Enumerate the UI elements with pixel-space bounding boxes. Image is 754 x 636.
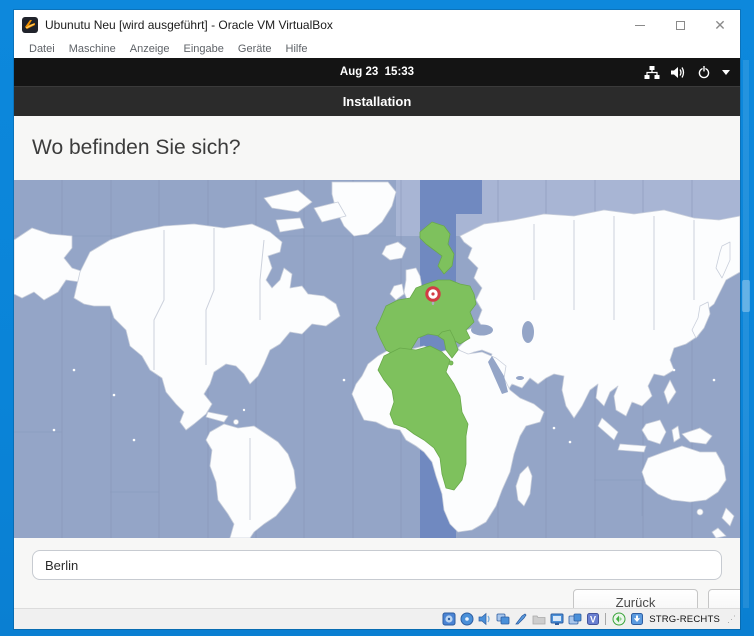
titlebar[interactable]: Ubunutu Neu [wird ausgeführt] - Oracle V… (14, 10, 740, 40)
window-title: Ubunutu Neu [wird ausgeführt] - Oracle V… (45, 18, 620, 32)
page-title: Wo befinden Sie sich? (14, 116, 740, 180)
hard-disk-icon[interactable] (441, 612, 456, 627)
minimize-icon (635, 25, 645, 26)
timezone-input[interactable] (32, 550, 722, 580)
installer-titlebar: Installation (14, 86, 740, 116)
clock[interactable]: Aug 23 15:33 (340, 66, 414, 78)
menu-geraete[interactable]: Geräte (231, 43, 279, 55)
recording-icon[interactable] (567, 612, 582, 627)
virtualbox-logo-icon (22, 17, 38, 33)
back-button[interactable]: Zurück (573, 589, 698, 608)
audio-icon[interactable] (477, 612, 492, 627)
vm-display: Aug 23 15:33 (14, 58, 740, 608)
svg-text:V: V (590, 615, 596, 625)
volume-icon (671, 66, 686, 79)
menu-anzeige[interactable]: Anzeige (123, 43, 177, 55)
installer-title: Installation (343, 94, 412, 109)
menu-maschine[interactable]: Maschine (62, 43, 123, 55)
minimize-button[interactable] (620, 10, 660, 40)
next-button[interactable] (708, 589, 740, 608)
statusbar-separator (605, 613, 606, 625)
desktop-background-highlight (743, 60, 749, 608)
vm-statusbar: V STRG-RECHTS ⋰ (14, 608, 740, 629)
resize-grip[interactable]: ⋰ (727, 614, 736, 625)
system-tray[interactable] (644, 58, 730, 86)
caret-down-icon (722, 70, 730, 75)
host-key-label: STRG-RECHTS (649, 614, 720, 625)
menu-hilfe[interactable]: Hilfe (279, 43, 315, 55)
shared-folders-icon[interactable] (531, 612, 546, 627)
close-button[interactable]: ✕ (700, 10, 740, 40)
menubar: Datei Maschine Anzeige Eingabe Geräte Hi… (14, 40, 740, 58)
usb-icon[interactable] (513, 612, 528, 627)
timezone-map[interactable] (14, 180, 740, 538)
optical-drive-icon[interactable] (459, 612, 474, 627)
network-icon (644, 66, 660, 79)
ubuntu-topbar: Aug 23 15:33 (14, 58, 740, 86)
network-adapter-icon[interactable] (495, 612, 510, 627)
installer-body: Wo befinden Sie sich? (14, 116, 740, 608)
maximize-icon (676, 21, 685, 30)
virtualbox-window: Ubunutu Neu [wird ausgeführt] - Oracle V… (14, 10, 740, 629)
menu-datei[interactable]: Datei (22, 43, 62, 55)
keyboard-capture-icon[interactable] (629, 612, 644, 627)
close-icon: ✕ (714, 18, 726, 32)
desktop-background-highlight-tab (742, 280, 750, 312)
mouse-integration-icon[interactable] (611, 612, 626, 627)
features-icon[interactable]: V (585, 612, 600, 627)
maximize-button[interactable] (660, 10, 700, 40)
display-icon[interactable] (549, 612, 564, 627)
menu-eingabe[interactable]: Eingabe (177, 43, 231, 55)
power-icon (697, 65, 711, 79)
